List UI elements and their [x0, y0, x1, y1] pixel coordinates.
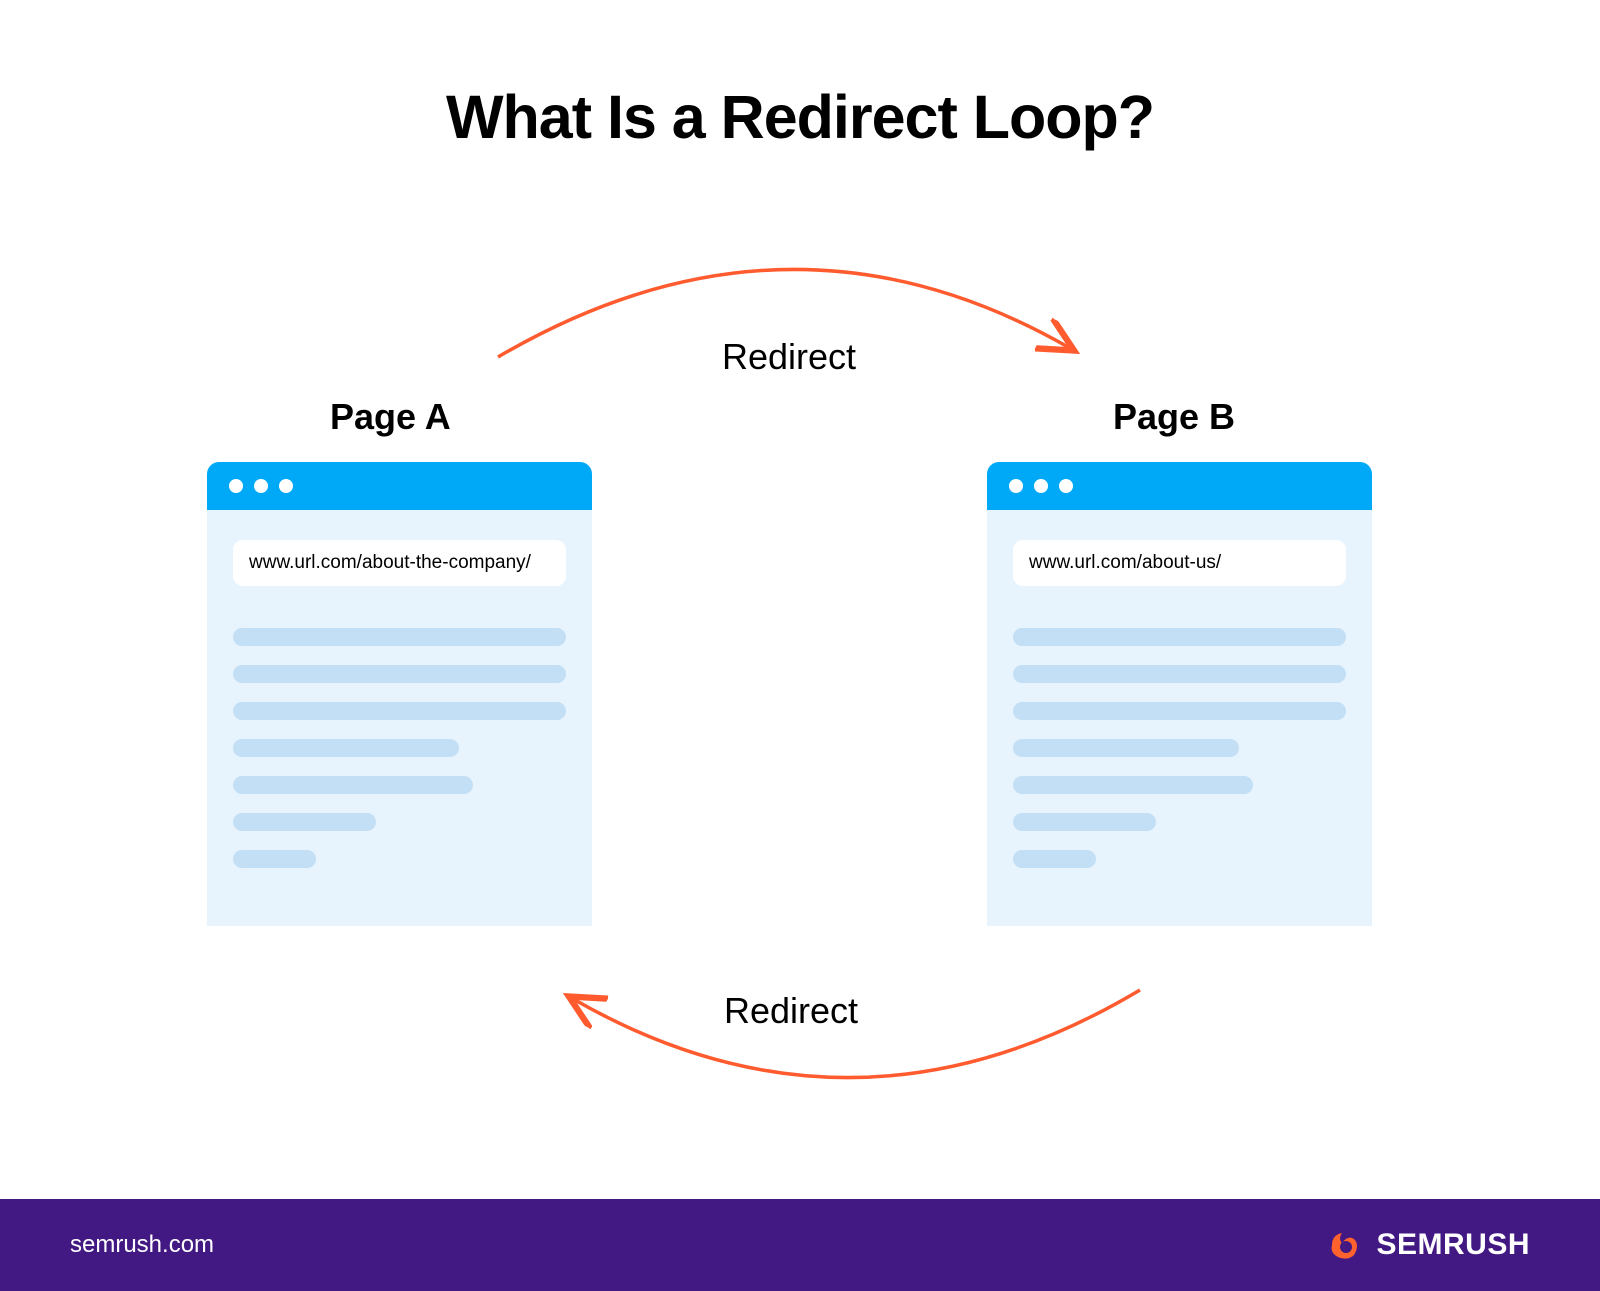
- window-dot-icon: [254, 479, 268, 493]
- window-dot-icon: [1034, 479, 1048, 493]
- content-placeholder: [1013, 628, 1346, 646]
- content-placeholder: [1013, 776, 1253, 794]
- window-dot-icon: [1009, 479, 1023, 493]
- browser-window-b: www.url.com/about-us/: [987, 462, 1372, 926]
- url-bar-a: www.url.com/about-the-company/: [233, 540, 566, 586]
- diagram-title: What Is a Redirect Loop?: [0, 82, 1600, 152]
- content-placeholder: [233, 739, 459, 757]
- window-dot-icon: [229, 479, 243, 493]
- content-placeholder: [1013, 813, 1156, 831]
- content-placeholder: [1013, 739, 1239, 757]
- url-bar-b: www.url.com/about-us/: [1013, 540, 1346, 586]
- browser-body: www.url.com/about-us/: [987, 510, 1372, 917]
- window-dot-icon: [279, 479, 293, 493]
- content-placeholder: [233, 776, 473, 794]
- page-b-label: Page B: [1113, 396, 1235, 438]
- footer-logo: SEMRUSH: [1324, 1225, 1530, 1265]
- content-placeholder: [233, 702, 566, 720]
- browser-window-a: www.url.com/about-the-company/: [207, 462, 592, 926]
- content-placeholder: [1013, 850, 1096, 868]
- page-a-label: Page A: [330, 396, 451, 438]
- semrush-flame-icon: [1324, 1225, 1364, 1265]
- footer-brand: SEMRUSH: [1376, 1228, 1530, 1262]
- content-placeholder: [233, 850, 316, 868]
- content-placeholder: [233, 628, 566, 646]
- content-placeholder: [1013, 702, 1346, 720]
- content-placeholder: [233, 665, 566, 683]
- arrow-bottom-icon: [545, 975, 1165, 1115]
- browser-titlebar: [987, 462, 1372, 510]
- browser-body: www.url.com/about-the-company/: [207, 510, 592, 917]
- browser-titlebar: [207, 462, 592, 510]
- footer-domain: semrush.com: [70, 1231, 214, 1259]
- content-placeholder: [233, 813, 376, 831]
- diagram-container: Redirect Page A Page B www.url.com/about…: [0, 230, 1600, 1130]
- content-placeholder: [1013, 665, 1346, 683]
- window-dot-icon: [1059, 479, 1073, 493]
- arrow-top-icon: [478, 232, 1098, 372]
- footer: semrush.com SEMRUSH: [0, 1199, 1600, 1291]
